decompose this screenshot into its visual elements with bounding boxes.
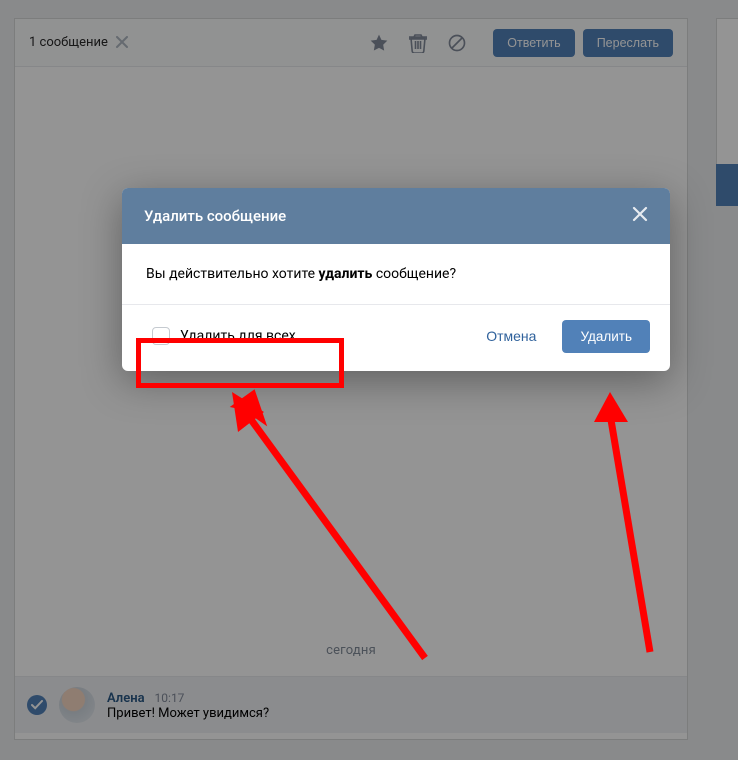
delete-for-all-label: Удалить для всех <box>180 328 296 344</box>
dialog-footer: Удалить для всех Отмена Удалить <box>122 305 670 371</box>
cancel-button[interactable]: Отмена <box>472 320 550 352</box>
checkbox-icon <box>152 327 170 345</box>
dialog-body: Вы действительно хотите удалить сообщени… <box>122 244 670 304</box>
delete-button[interactable]: Удалить <box>562 320 650 353</box>
dialog-title: Удалить сообщение <box>144 207 286 225</box>
dialog-header: Удалить сообщение <box>122 188 670 244</box>
delete-for-all-checkbox[interactable]: Удалить для всех <box>142 319 306 353</box>
confirm-text-suffix: сообщение? <box>372 266 456 282</box>
confirm-text-bold: удалить <box>319 266 373 282</box>
delete-dialog: Удалить сообщение Вы действительно хотит… <box>122 188 670 371</box>
confirm-text-prefix: Вы действительно хотите <box>146 266 319 282</box>
close-icon[interactable] <box>632 206 648 226</box>
modal-overlay[interactable] <box>0 0 738 760</box>
